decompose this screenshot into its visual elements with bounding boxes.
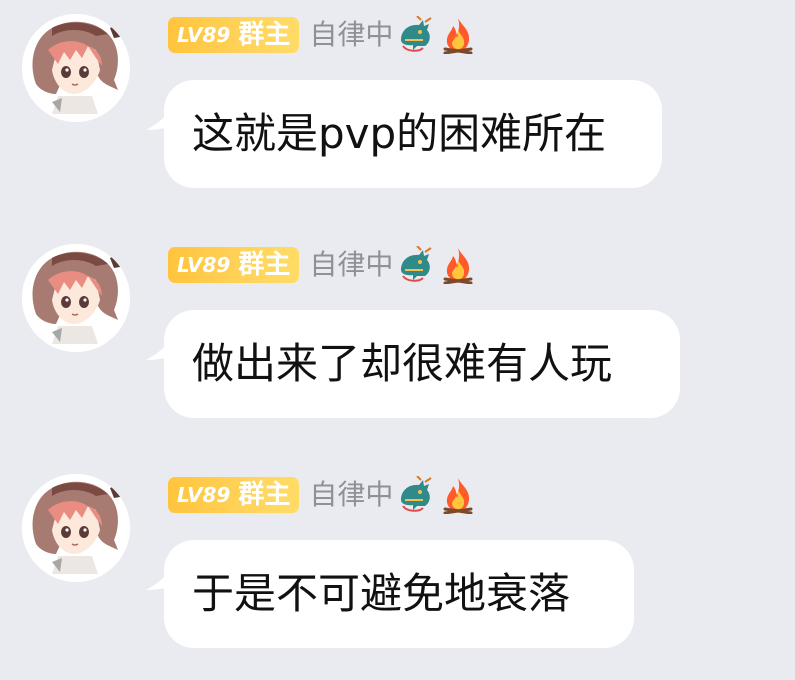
level-label: LV89 — [177, 253, 231, 277]
chat-message-list[interactable]: LV89 群主 自律中 这就是pvp的困难所在 LV89 群主 自律中 做出来了… — [0, 0, 795, 680]
chat-message: LV89 群主 自律中 — [0, 460, 795, 680]
message-bubble[interactable]: 于是不可避免地衰落 — [164, 540, 634, 648]
sender-name[interactable]: 自律中 — [309, 251, 393, 279]
message-text: 于是不可避免地衰落 — [192, 569, 571, 618]
dragon-icon — [397, 475, 435, 514]
role-label: 群主 — [238, 480, 291, 510]
sender-name[interactable]: 自律中 — [309, 21, 393, 49]
chat-message: LV89 群主 自律中 — [0, 0, 795, 220]
level-label: LV89 — [177, 23, 231, 47]
sender-meta: LV89 群主 自律中 — [168, 15, 477, 55]
fire-icon — [439, 246, 477, 285]
sender-meta: LV89 群主 自律中 — [168, 475, 477, 515]
fire-icon — [439, 476, 477, 515]
level-label: LV89 — [177, 483, 231, 507]
fire-icon — [439, 16, 477, 55]
avatar-image — [22, 474, 130, 582]
avatar-image — [22, 14, 130, 122]
chat-message: LV89 群主 自律中 — [0, 230, 795, 450]
dragon-icon — [397, 245, 435, 284]
role-label: 群主 — [238, 20, 291, 50]
message-bubble[interactable]: 这就是pvp的困难所在 — [164, 80, 662, 188]
message-text: 这就是pvp的困难所在 — [192, 109, 607, 158]
level-badge: LV89 群主 — [168, 477, 300, 513]
avatar[interactable] — [22, 474, 130, 582]
level-badge: LV89 群主 — [168, 17, 300, 53]
dragon-icon — [397, 15, 435, 54]
message-text: 做出来了却很难有人玩 — [192, 339, 613, 388]
avatar[interactable] — [22, 244, 130, 352]
sender-name[interactable]: 自律中 — [309, 481, 393, 509]
sender-meta: LV89 群主 自律中 — [168, 245, 477, 285]
avatar-image — [22, 244, 130, 352]
avatar[interactable] — [22, 14, 130, 122]
message-bubble[interactable]: 做出来了却很难有人玩 — [164, 310, 680, 418]
role-label: 群主 — [238, 250, 291, 280]
level-badge: LV89 群主 — [168, 247, 300, 283]
